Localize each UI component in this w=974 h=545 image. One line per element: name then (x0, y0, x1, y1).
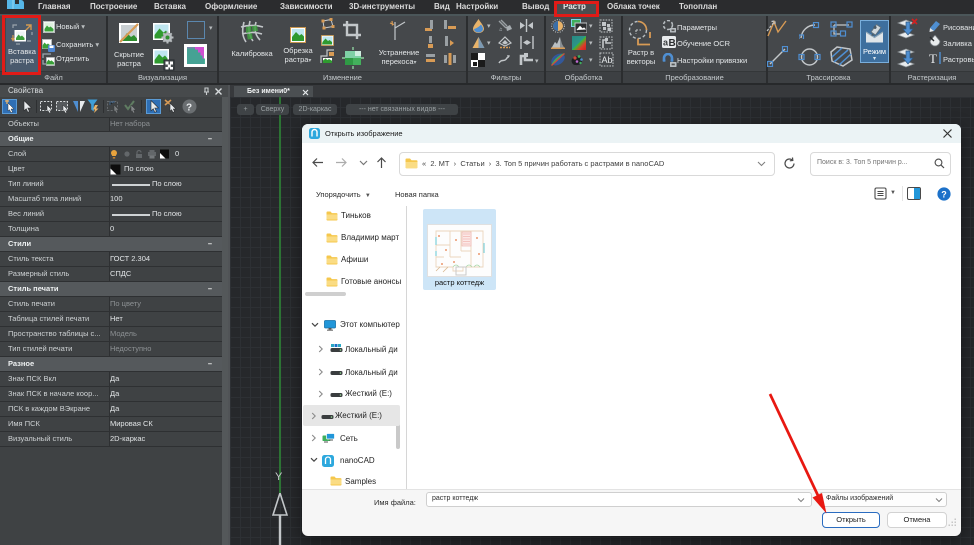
svg-text:T: T (929, 51, 937, 65)
svg-text:?: ? (941, 189, 947, 199)
svg-text:B: B (669, 38, 676, 48)
svg-text:Ab: Ab (602, 55, 613, 65)
svg-text:?: ? (186, 103, 192, 114)
